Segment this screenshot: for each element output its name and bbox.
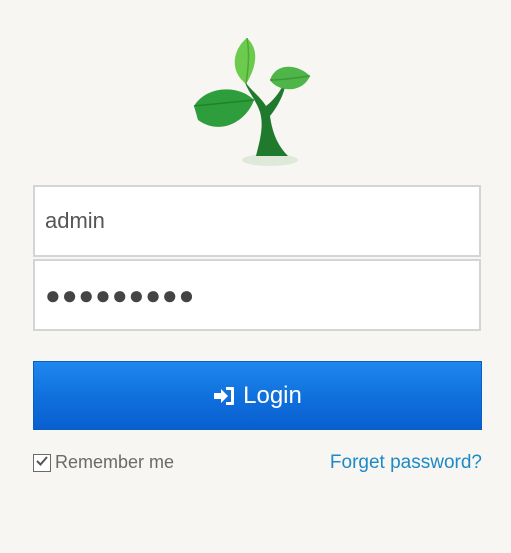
login-button[interactable]: Login bbox=[33, 361, 482, 430]
checkmark-icon bbox=[35, 452, 49, 473]
remember-me-label: Remember me bbox=[55, 452, 175, 472]
password-input[interactable] bbox=[33, 259, 481, 331]
username-input[interactable] bbox=[33, 185, 481, 257]
tree-logo-icon bbox=[190, 30, 320, 170]
sign-in-icon bbox=[213, 386, 235, 406]
login-button-label: Login bbox=[243, 381, 302, 409]
forgot-password-link[interactable]: Forget password? bbox=[330, 452, 482, 474]
remember-me[interactable]: Remember me bbox=[33, 452, 174, 473]
remember-me-checkbox[interactable] bbox=[33, 452, 51, 473]
